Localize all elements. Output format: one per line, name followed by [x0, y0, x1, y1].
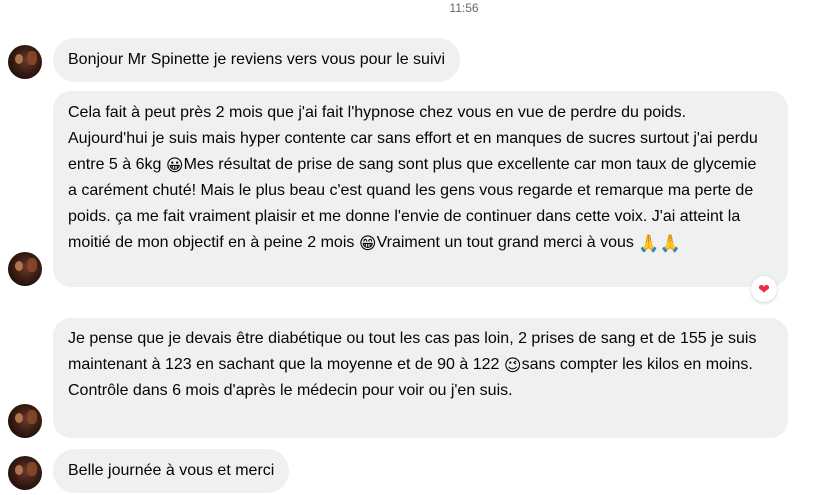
message-bubble[interactable]: Cela fait à peut près 2 mois que j'ai fa… — [53, 91, 788, 287]
winking-face-icon: 😉 — [503, 356, 522, 375]
message-timestamp: 11:56 — [449, 1, 479, 15]
heart-reaction-icon[interactable]: ❤ — [751, 276, 777, 302]
message-bubble[interactable]: Bonjour Mr Spinette je reviens vers vous… — [53, 38, 461, 82]
message-bubble[interactable]: Je pense que je devais être diabétique o… — [53, 318, 788, 438]
avatar[interactable] — [8, 404, 42, 438]
message-text: Vraiment un tout grand merci à vous — [376, 234, 639, 251]
grinning-face-icon: 😀 — [165, 156, 184, 175]
message-text: Belle journée à vous et merci — [68, 462, 275, 479]
message-bubble[interactable]: Belle journée à vous et merci — [53, 449, 290, 493]
beaming-face-icon: 😁 — [358, 234, 377, 253]
avatar[interactable] — [8, 456, 42, 490]
avatar[interactable] — [8, 45, 42, 79]
folded-hands-icon: 🙏🙏 — [638, 234, 681, 253]
message-text: Bonjour Mr Spinette je reviens vers vous… — [68, 51, 446, 68]
chat-thread: 11:56 Bonjour Mr Spinette je reviens ver… — [0, 0, 817, 495]
avatar[interactable] — [8, 252, 42, 286]
